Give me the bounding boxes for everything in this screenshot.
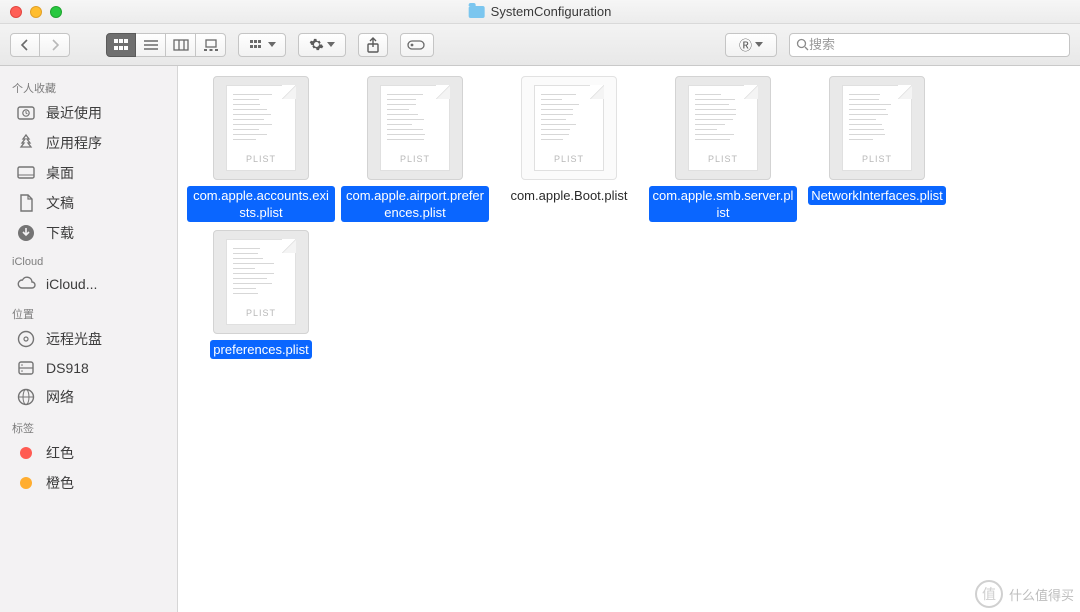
sidebar-item[interactable]: 应用程序 [0,128,177,158]
search-input[interactable] [809,37,1063,52]
apps-icon [16,134,36,152]
share-icon [366,37,380,53]
sidebar-item[interactable]: 下载 [0,218,177,248]
search-icon [796,38,809,51]
sidebar-item[interactable]: 远程光盘 [0,324,177,354]
sidebar-item[interactable]: DS918 [0,354,177,382]
close-icon[interactable] [10,6,22,18]
sidebar-item[interactable]: 网络 [0,382,177,412]
file-thumbnail: PLIST [675,76,771,180]
back-button[interactable] [10,33,40,57]
file-item[interactable]: PLIST com.apple.accounts.exists.plist [186,76,336,222]
content-area[interactable]: PLISTcom.apple.accounts.exists.plistPLIS… [178,66,1080,612]
folder-icon [469,6,485,18]
chevron-down-icon [755,42,763,47]
file-name: com.apple.smb.server.plist [649,186,797,222]
tag-icon [16,444,36,462]
tag-icon [16,474,36,492]
traffic-lights [10,6,62,18]
file-type-badge: PLIST [381,154,449,164]
sidebar-heading: 个人收藏 [0,72,177,98]
sidebar-item[interactable]: 最近使用 [0,98,177,128]
share-button[interactable] [358,33,388,57]
file-name: com.apple.Boot.plist [507,186,630,205]
network-icon [16,388,36,406]
file-type-badge: PLIST [843,154,911,164]
window-title: SystemConfiguration [469,4,612,19]
sidebar-item[interactable]: 橙色 [0,468,177,498]
column-view-button[interactable] [166,33,196,57]
doc-icon [16,194,36,212]
search-field[interactable] [789,33,1070,57]
sidebar-item-label: iCloud... [46,276,97,292]
icon-grid: PLISTcom.apple.accounts.exists.plistPLIS… [186,76,1072,359]
dropdown-glyph: Ⓡ [739,35,752,54]
file-name: NetworkInterfaces.plist [808,186,946,205]
sidebar-heading: 标签 [0,412,177,438]
file-item[interactable]: PLIST com.apple.Boot.plist [494,76,644,222]
sidebar-item-label: 文稿 [46,193,74,213]
file-type-badge: PLIST [535,154,603,164]
sidebar-item-label: 远程光盘 [46,329,102,349]
tag-icon [407,38,427,52]
chevron-down-icon [268,42,276,47]
file-item[interactable]: PLIST com.apple.smb.server.plist [648,76,798,222]
sidebar-item[interactable]: 文稿 [0,188,177,218]
forward-button[interactable] [40,33,70,57]
file-name: com.apple.accounts.exists.plist [187,186,335,222]
zoom-icon[interactable] [50,6,62,18]
window-body: 个人收藏最近使用应用程序桌面文稿下载 iCloud iCloud... 位置远程光盘 D… [0,66,1080,612]
gallery-view-button[interactable] [196,33,226,57]
desktop-icon [16,164,36,182]
sidebar: 个人收藏最近使用应用程序桌面文稿下载 iCloud iCloud... 位置远程光盘 D… [0,66,178,612]
file-item[interactable]: PLIST NetworkInterfaces.plist [802,76,952,222]
file-name: preferences.plist [210,340,311,359]
file-type-badge: PLIST [227,308,295,318]
titlebar: SystemConfiguration [0,0,1080,24]
sidebar-heading: 位置 [0,298,177,324]
sidebar-item-label: 橙色 [46,473,74,493]
file-thumbnail: PLIST [367,76,463,180]
sidebar-heading: iCloud [0,248,177,270]
nav-buttons [10,33,70,57]
file-type-badge: PLIST [227,154,295,164]
disc-icon [16,330,36,348]
file-item[interactable]: PLIST com.apple.airport.preferences.plist [340,76,490,222]
sidebar-item[interactable]: iCloud... [0,270,177,298]
sidebar-item-label: 最近使用 [46,103,102,123]
arrange-segment [238,33,286,57]
sidebar-item-label: DS918 [46,360,89,376]
action-button[interactable] [298,33,346,57]
drive-icon [16,359,36,377]
window-title-text: SystemConfiguration [491,4,612,19]
clock-icon [16,104,36,122]
file-thumbnail: PLIST [829,76,925,180]
gear-icon [309,37,324,52]
icon-view-button[interactable] [106,33,136,57]
finder-window: SystemConfiguration [0,0,1080,612]
file-item[interactable]: PLIST preferences.plist [186,230,336,359]
sidebar-item-label: 桌面 [46,163,74,183]
file-thumbnail: PLIST [213,76,309,180]
file-type-badge: PLIST [689,154,757,164]
toolbar: Ⓡ [0,24,1080,66]
view-switch [106,33,226,57]
sidebar-item[interactable]: 红色 [0,438,177,468]
file-thumbnail: PLIST [521,76,617,180]
list-view-button[interactable] [136,33,166,57]
sidebar-item[interactable]: 桌面 [0,158,177,188]
minimize-icon[interactable] [30,6,42,18]
dropdown-button[interactable]: Ⓡ [725,33,777,57]
chevron-down-icon [327,42,335,47]
sidebar-item-label: 网络 [46,387,74,407]
sidebar-item-label: 下载 [46,223,74,243]
file-thumbnail: PLIST [213,230,309,334]
sidebar-item-label: 红色 [46,443,74,463]
download-icon [16,224,36,242]
sidebar-item-label: 应用程序 [46,133,102,153]
tags-button[interactable] [400,33,434,57]
cloud-icon [16,275,36,293]
arrange-button[interactable] [238,33,286,57]
file-name: com.apple.airport.preferences.plist [341,186,489,222]
